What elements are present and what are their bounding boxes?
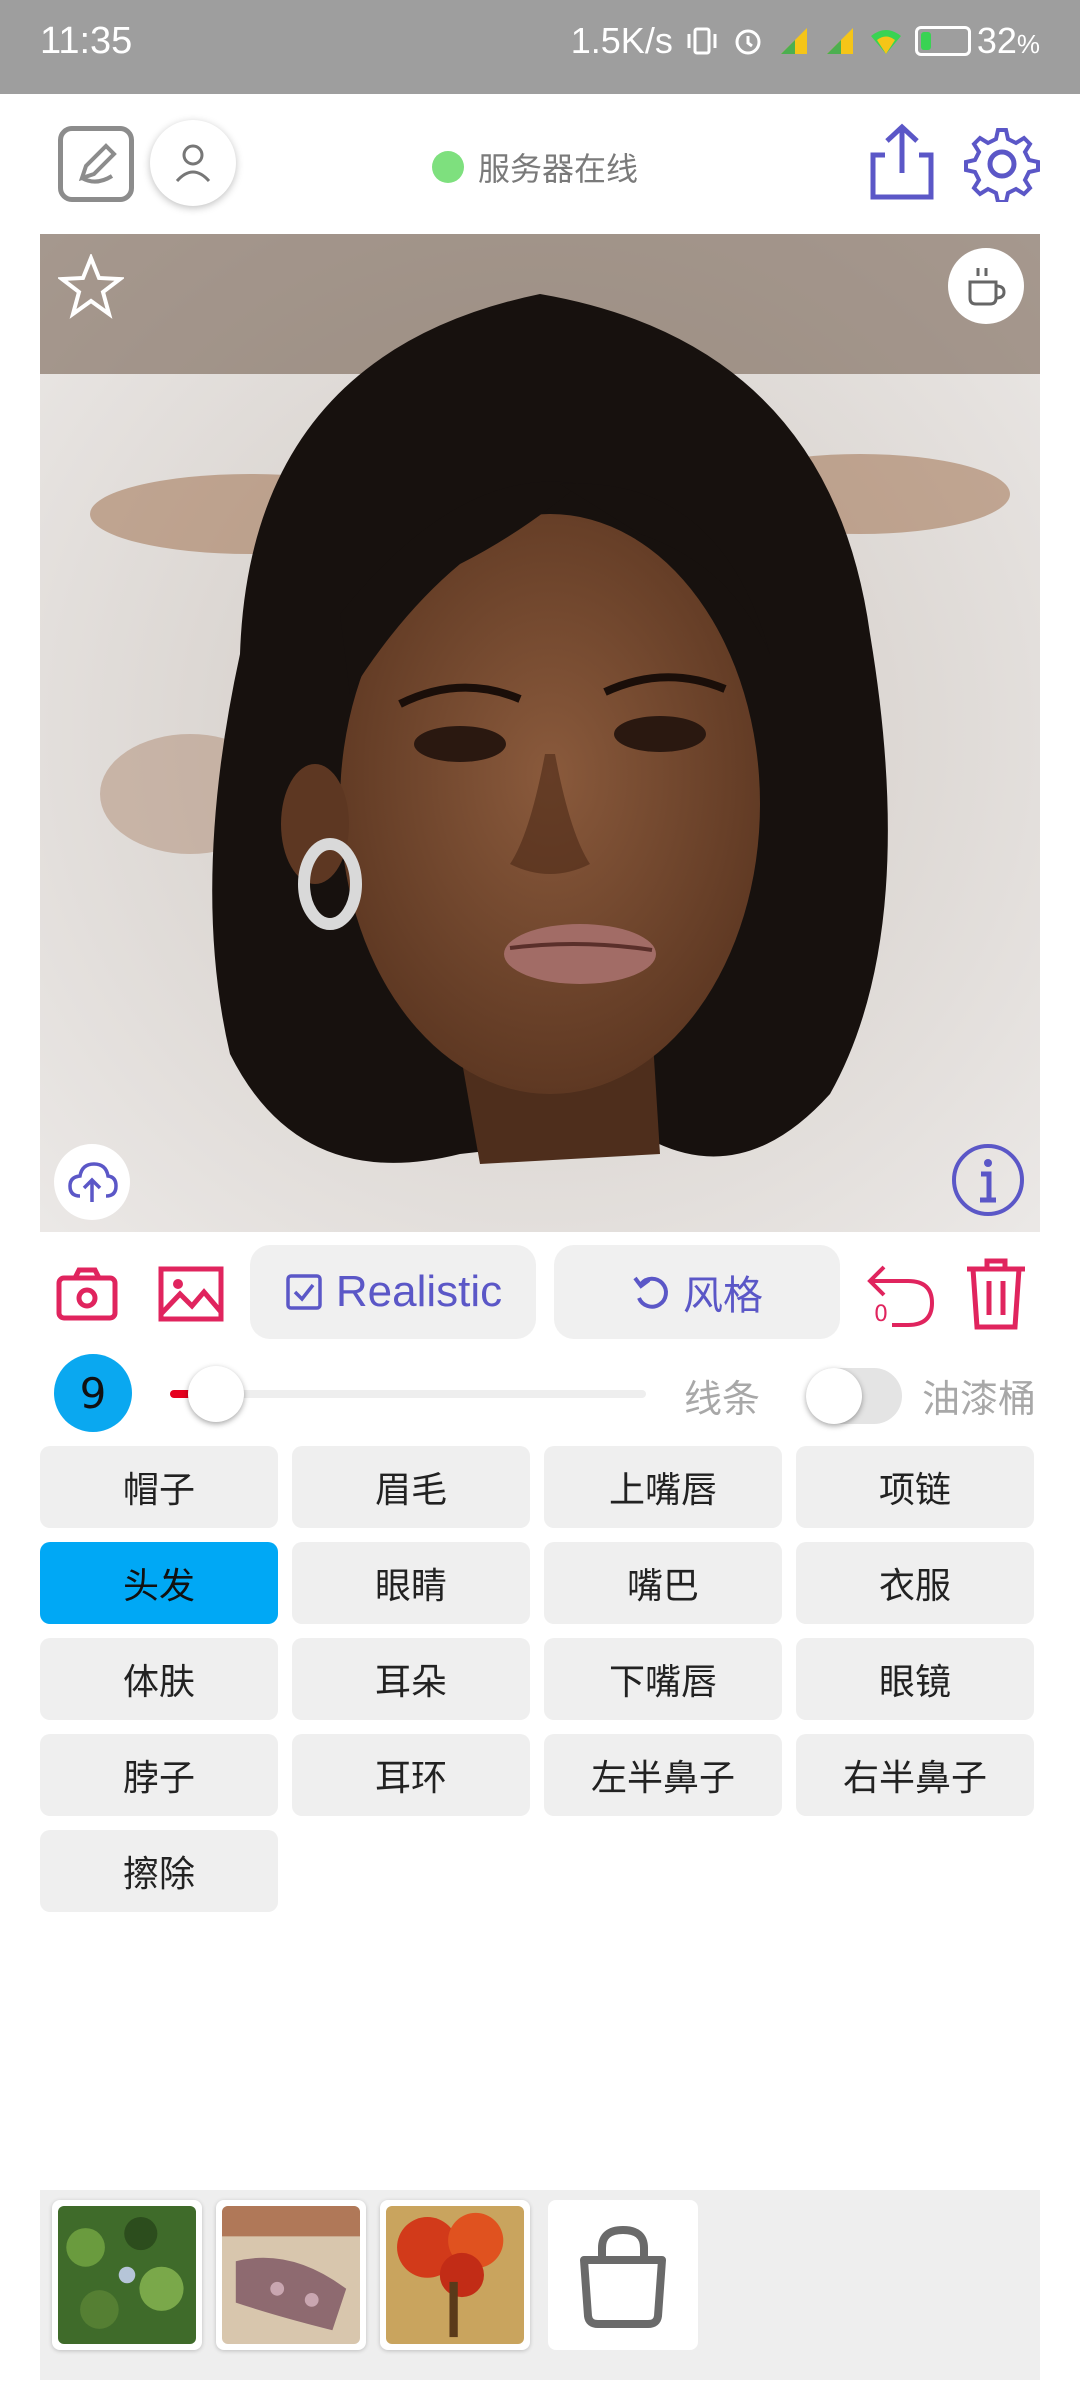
wifi-icon [870,30,901,54]
status-bar: 11:35 1.5K/s 32% [0,0,1080,94]
paint-bucket-toggle[interactable] [806,1368,902,1424]
model-label: Realistic [335,1267,503,1316]
delete-button[interactable] [958,1258,1034,1330]
status-time: 11:35 [40,20,133,62]
camera-icon [56,1267,118,1321]
generated-portrait-image [40,234,1040,1232]
signal-hd-icon [780,28,807,54]
part-button[interactable]: 眼睛 [292,1542,530,1624]
undo-counter: 0 [874,1302,888,1327]
part-button[interactable]: 左半鼻子 [544,1734,782,1816]
part-button[interactable]: 耳朵 [292,1638,530,1720]
settings-button[interactable] [962,124,1042,204]
tool-row: Realistic 风格 0 [0,1245,1080,1341]
style-label: 风格 [683,1273,763,1319]
model-selector-button[interactable]: Realistic [250,1245,536,1339]
tan-lace-style-image [222,2206,360,2344]
part-button[interactable]: 下嘴唇 [544,1638,782,1720]
user-icon [175,144,211,183]
info-icon [952,1144,1024,1216]
part-button[interactable]: 嘴巴 [544,1542,782,1624]
share-button[interactable] [862,116,942,206]
network-speed: 1.5K/s [570,20,673,61]
cloud-upload-icon [68,1162,118,1202]
part-button[interactable]: 头发 [40,1542,278,1624]
donate-button[interactable] [948,248,1024,324]
alarm-icon [735,29,761,55]
part-button[interactable]: 眼镜 [796,1638,1034,1720]
rotate-icon [633,1276,668,1309]
brush-size-badge: 9 [54,1354,132,1432]
favorite-button[interactable] [56,252,126,322]
line-mode-label[interactable]: 线条 [684,1368,760,1423]
server-status-text: 服务器在线 [478,150,639,188]
undo-icon: 0 [867,1265,935,1327]
top-bar: 服务器在线 [0,94,1080,234]
camera-button[interactable] [52,1259,122,1329]
gallery-button[interactable] [156,1259,226,1329]
brush-size-slider[interactable] [170,1366,646,1422]
part-button[interactable]: 项链 [796,1446,1034,1528]
star-icon [58,254,124,319]
vibrate-icon [687,27,717,55]
battery-charging-icon [914,26,971,56]
part-button[interactable]: 眉毛 [292,1446,530,1528]
style-thumbnail-2[interactable] [216,2200,366,2350]
server-status-dot [432,151,464,183]
pencil-icon [78,143,117,184]
store-button[interactable] [548,2200,698,2350]
battery-indicator: 32% [914,20,1040,62]
user-account-button[interactable] [150,120,236,206]
slider-thumb[interactable] [188,1366,245,1422]
drawing-canvas[interactable] [40,234,1040,1232]
brush-controls: 9 线条 油漆桶 [0,1350,1080,1436]
coffee-cup-icon [968,268,1006,306]
shopping-bag-icon [580,2225,666,2328]
image-icon [158,1266,224,1322]
edit-button[interactable] [58,126,134,202]
part-button[interactable]: 右半鼻子 [796,1734,1034,1816]
red-tree-style-image [386,2206,524,2344]
style-tray [40,2190,1040,2380]
part-selector-grid: 帽子 眉毛 上嘴唇 项链头发 眼睛 嘴巴 衣服体肤 耳朵 下嘴唇 眼镜脖子 耳环 左半鼻子 右半鼻子擦除 [40,1446,1040,1912]
battery-percent: 32 [976,20,1017,61]
green-foliage-style-image [58,2206,196,2344]
undo-button[interactable]: 0 [862,1259,938,1329]
part-button[interactable]: 耳环 [292,1734,530,1816]
paint-bucket-label: 油漆桶 [922,1377,1037,1421]
upload-button[interactable] [54,1144,130,1220]
trash-icon [967,1258,1025,1330]
signal-hd-icon [826,28,853,54]
share-icon [870,123,934,200]
part-button[interactable]: 体肤 [40,1638,278,1720]
battery-unit: % [1016,29,1040,59]
checkbox-icon [286,1274,322,1310]
part-button[interactable]: 脖子 [40,1734,278,1816]
style-thumbnail-1[interactable] [52,2200,202,2350]
style-button[interactable]: 风格 [554,1245,840,1339]
style-thumbnail-3[interactable] [380,2200,530,2350]
status-icons: 1.5K/s 32% [571,20,1040,62]
part-button[interactable]: 上嘴唇 [544,1446,782,1528]
part-button[interactable]: 擦除 [40,1830,278,1912]
info-button[interactable] [950,1142,1026,1218]
toggle-knob [806,1368,862,1424]
server-status: 服务器在线 [432,144,638,190]
gear-icon [964,128,1040,202]
part-button[interactable]: 衣服 [796,1542,1034,1624]
part-button[interactable]: 帽子 [40,1446,278,1528]
